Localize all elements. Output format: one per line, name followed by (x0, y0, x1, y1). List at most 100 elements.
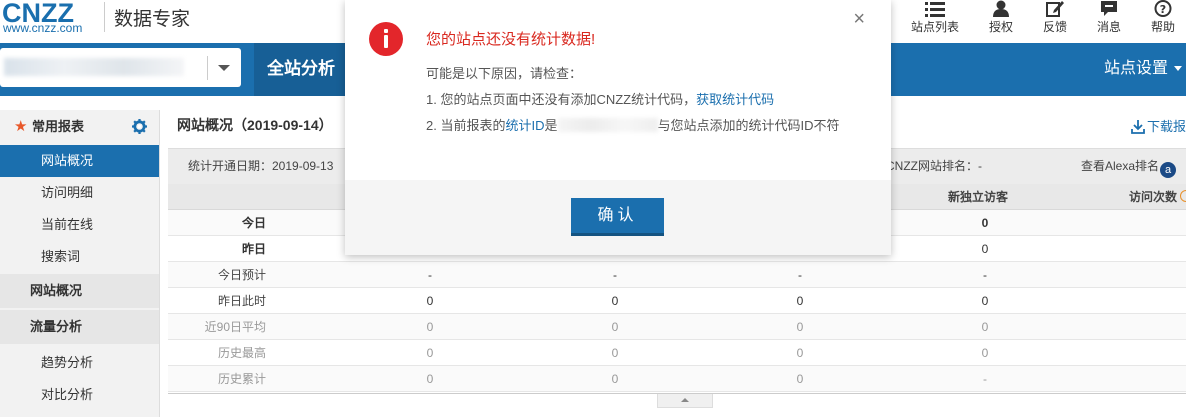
table-cell: - (613, 268, 617, 282)
chevron-down-icon[interactable] (207, 56, 237, 80)
reason-2-pre: 2. 当前报表的 (426, 118, 506, 133)
table-cell: 0 (981, 294, 989, 308)
table-cell: 0 (611, 346, 619, 360)
table-cell: 0 (611, 372, 619, 386)
sidebar-item-trend-analysis[interactable]: 趋势分析 (0, 347, 159, 379)
table-cell: 0 (796, 294, 804, 308)
nav-label: 反馈 (1042, 20, 1067, 34)
alexa-icon: a (1160, 162, 1176, 178)
sidebar-item-comparison[interactable]: 对比分析 (0, 379, 159, 411)
sidebar-group-site-overview[interactable]: 网站概况 (0, 274, 159, 308)
table-cell: 0 (426, 320, 434, 334)
logo-url: www.cnzz.com (3, 21, 83, 35)
info-icon[interactable] (1180, 190, 1186, 202)
row-label: 今日预计 (217, 268, 266, 282)
message-icon (1101, 1, 1117, 16)
stat-id-redacted (557, 118, 658, 132)
cnzz-logo[interactable]: CNZZ www.cnzz.com (2, 0, 102, 40)
close-icon[interactable]: × (853, 9, 865, 29)
reason-1-text: 1. 您的站点页面中还没有添加CNZZ统计代码， (426, 92, 697, 107)
site-name-redacted (4, 58, 184, 76)
column-header-new-visitors: 新独立访客 (948, 190, 1009, 204)
nav-messages[interactable]: 消息 (1084, 0, 1134, 40)
sidebar: ★ 常用报表 网站概况 访问明细 当前在线 搜索词 网站概况 流量分析 趋势分析… (0, 110, 160, 417)
alexa-label: 查看Alexa排名 (1080, 159, 1159, 173)
table-cell: 0 (426, 294, 434, 308)
column-header-visits: 访问次数 (1129, 190, 1178, 204)
table-row: 近90日平均 0 0 0 0 (168, 314, 1186, 340)
table-cell: - (428, 268, 432, 282)
nav-label: 授权 (988, 20, 1013, 34)
user-icon (993, 0, 1009, 17)
sidebar-group-common-reports[interactable]: ★ 常用报表 (0, 110, 159, 144)
gear-icon[interactable] (132, 119, 147, 134)
table-cell: 0 (796, 346, 804, 360)
sidebar-item-online-now[interactable]: 当前在线 (0, 209, 159, 241)
table-cell: 0 (611, 320, 619, 334)
confirm-button[interactable]: 确认 (571, 198, 664, 236)
table-cell: - (983, 372, 987, 386)
sidebar-group-label: 常用报表 (32, 119, 85, 134)
collapse-toggle[interactable] (657, 394, 713, 408)
table-row: 历史最高 0 0 0 0 (168, 340, 1186, 366)
get-code-link[interactable]: 获取统计代码 (696, 92, 774, 107)
open-date: 统计开通日期：2019-09-13 (188, 159, 334, 173)
error-icon (369, 22, 403, 56)
row-label: 昨日 (241, 242, 266, 256)
nav-label: 帮助 (1150, 20, 1175, 34)
product-name: 数据专家 (114, 9, 191, 30)
dialog-title: 您的站点还没有统计数据! (426, 31, 596, 48)
reason-2-mid: 是 (544, 118, 558, 133)
table-cell: 0 (426, 372, 434, 386)
edit-icon (1046, 1, 1064, 17)
table-cell: 0 (796, 372, 804, 386)
tab-full-site-analysis[interactable]: 全站分析 (254, 43, 348, 96)
star-icon: ★ (14, 118, 28, 135)
list-icon (925, 2, 945, 17)
download-label: 下载报 (1146, 119, 1186, 134)
nav-site-list[interactable]: 站点列表 (906, 0, 964, 40)
dialog-reason-2: 2. 当前报表的统计ID是 与您站点添加的统计代码ID不符 (426, 115, 840, 134)
row-label: 历史累计 (217, 372, 266, 386)
table-cell: - (983, 268, 987, 282)
row-label: 近90日平均 (204, 320, 266, 334)
table-row: 今日预计 - - - - (168, 262, 1186, 288)
table-cell: 0 (981, 320, 989, 334)
nav-label: 消息 (1096, 20, 1121, 34)
alexa-rank-link[interactable]: 查看Alexa排名 a (1081, 149, 1176, 183)
sidebar-item-search-terms[interactable]: 搜索词 (0, 241, 159, 273)
table-cell: 0 (611, 294, 619, 308)
row-label: 历史最高 (217, 346, 266, 360)
sidebar-item-overview[interactable]: 网站概况 (0, 145, 159, 177)
row-label: 今日 (241, 216, 266, 230)
page-title: 网站概况（2019-09-14） (177, 117, 333, 133)
table-cell: 0 (426, 346, 434, 360)
table-cell: 0 (981, 242, 989, 256)
logo-divider (104, 2, 105, 32)
nav-label: 站点列表 (910, 20, 959, 34)
nav-authorize[interactable]: 授权 (976, 0, 1026, 40)
table-cell: - (798, 268, 802, 282)
help-icon: ? (1154, 0, 1172, 17)
cnzz-rank: CNZZ网站排名：- (886, 159, 982, 173)
row-label: 昨日此时 (217, 294, 266, 308)
sidebar-group-traffic-analysis[interactable]: 流量分析 (0, 310, 159, 344)
dialog-footer: 确认 (345, 180, 891, 255)
sidebar-item-visit-details[interactable]: 访问明细 (0, 177, 159, 209)
nav-help[interactable]: ? 帮助 (1140, 0, 1186, 40)
stat-id-link[interactable]: 统计ID (505, 118, 544, 133)
reason-2-post: 与您站点添加的统计代码ID不符 (657, 118, 840, 133)
dialog-reason-1: 1. 您的站点页面中还没有添加CNZZ统计代码，获取统计代码 (426, 89, 774, 108)
site-selector[interactable] (0, 48, 241, 87)
table-cell: 0 (981, 216, 989, 230)
table-row: 昨日此时 0 0 0 0 (168, 288, 1186, 314)
download-report-link[interactable]: 下载报 (1131, 116, 1186, 135)
table-cell: 0 (796, 320, 804, 334)
dialog-intro: 可能是以下原因，请检查： (426, 66, 583, 81)
nav-feedback[interactable]: 反馈 (1030, 0, 1080, 40)
no-data-dialog: × 您的站点还没有统计数据! 可能是以下原因，请检查： 1. 您的站点页面中还没… (345, 0, 891, 255)
table-cell: 0 (981, 346, 989, 360)
table-row: 历史累计 0 0 0 - (168, 366, 1186, 392)
site-settings-menu[interactable]: 站点设置 (1104, 43, 1182, 96)
svg-text:?: ? (1160, 3, 1166, 16)
